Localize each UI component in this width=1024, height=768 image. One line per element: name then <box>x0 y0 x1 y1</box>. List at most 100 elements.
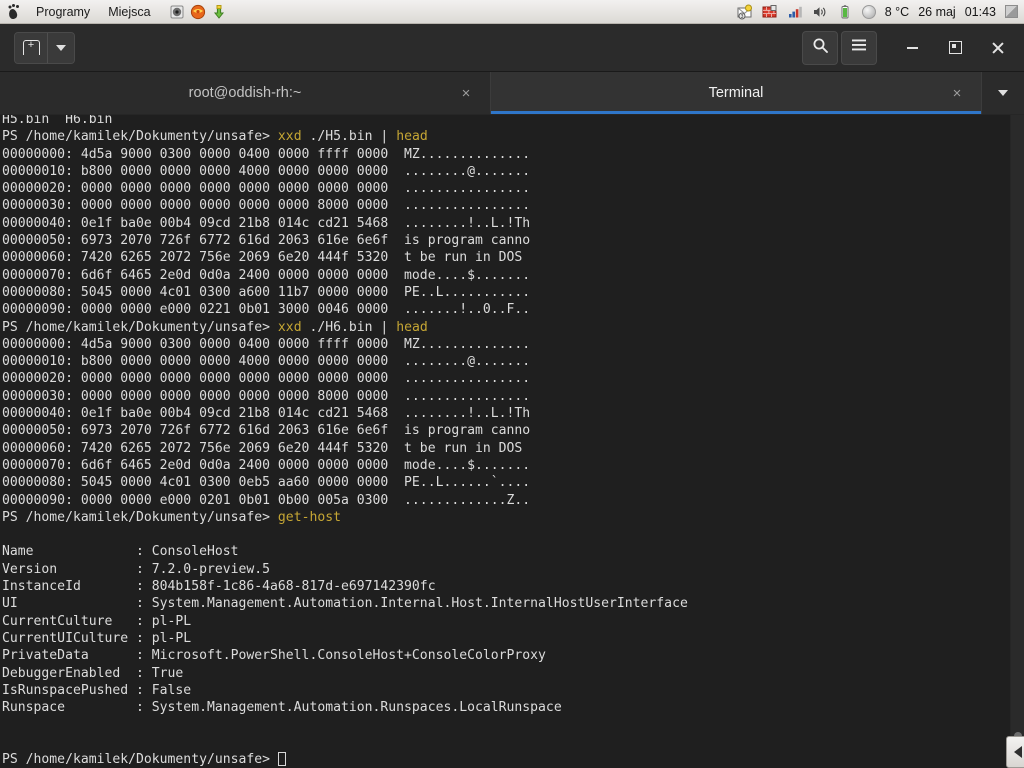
terminal-text: 00000000: 4d5a 9000 0300 0000 0400 0000 … <box>2 147 530 162</box>
terminal-text: Version : 7.2.0-preview.5 <box>2 562 270 577</box>
gnome-foot-icon[interactable] <box>6 4 22 20</box>
terminal-line: 00000000: 4d5a 9000 0300 0000 0400 0000 … <box>2 146 688 163</box>
mail-icon[interactable]: 3 <box>737 4 753 20</box>
tab-terminal[interactable]: Terminal × <box>491 72 982 114</box>
search-icon <box>812 37 829 59</box>
volume-icon[interactable] <box>812 4 828 20</box>
new-tab-icon <box>23 40 40 55</box>
terminal-line: 00000040: 0e1f ba0e 00b4 09cd 21b8 014c … <box>2 215 688 232</box>
terminal-text: PS /home/kamilek/Dokumenty/unsafe> <box>2 129 278 144</box>
terminal-line: PS /home/kamilek/Dokumenty/unsafe> <box>2 751 688 768</box>
terminal-text: head <box>388 320 427 335</box>
terminal-text: 00000080: 5045 0000 4c01 0300 0eb5 aa60 … <box>2 475 530 490</box>
terminal-window: root@oddish-rh:~ × Terminal × H5.bin H6.… <box>0 24 1024 768</box>
scroll-left-arrow-icon <box>1014 746 1022 758</box>
terminal-text: H5.bin H6.bin <box>2 115 112 127</box>
chevron-down-icon <box>998 90 1008 96</box>
terminal-line: 00000060: 7420 6265 2072 756e 2069 6e20 … <box>2 249 688 266</box>
new-tab-options-button[interactable] <box>48 33 74 63</box>
terminal-line: 00000080: 5045 0000 4c01 0300 0eb5 aa60 … <box>2 474 688 491</box>
terminal-line: 00000090: 0000 0000 e000 0221 0b01 3000 … <box>2 301 688 318</box>
disc-drive-icon[interactable] <box>169 4 185 20</box>
terminal-text: 00000040: 0e1f ba0e 00b4 09cd 21b8 014c … <box>2 216 530 231</box>
terminal-text: 00000020: 0000 0000 0000 0000 0000 0000 … <box>2 181 530 196</box>
terminal-line: PS /home/kamilek/Dokumenty/unsafe> xxd .… <box>2 319 688 336</box>
terminal-text: PrivateData : Microsoft.PowerShell.Conso… <box>2 648 546 663</box>
new-tab-group <box>14 32 75 64</box>
terminal-line: 00000070: 6d6f 6465 2e0d 0d0a 2400 0000 … <box>2 457 688 474</box>
tab-close-icon[interactable]: × <box>458 85 474 101</box>
terminal-line: 00000090: 0000 0000 e000 0201 0b01 0b00 … <box>2 492 688 509</box>
terminal-text: PS /home/kamilek/Dokumenty/unsafe> <box>2 510 278 525</box>
network-signal-icon[interactable] <box>787 4 803 20</box>
terminal-line: 00000050: 6973 2070 726f 6772 616d 2063 … <box>2 422 688 439</box>
terminal-text: IsRunspacePushed : False <box>2 683 191 698</box>
minimize-button[interactable] <box>892 31 932 65</box>
clock-time[interactable]: 01:43 <box>965 5 996 19</box>
menu-miejsca[interactable]: Miejsca <box>104 4 154 20</box>
terminal-cursor <box>278 752 286 766</box>
terminal-line: CurrentUICulture : pl-PL <box>2 630 688 647</box>
scroll-left-button[interactable] <box>1006 736 1024 768</box>
tab-root-oddish[interactable]: root@oddish-rh:~ × <box>0 72 491 114</box>
terminal-line: DebuggerEnabled : True <box>2 665 688 682</box>
terminal-text: 00000070: 6d6f 6465 2e0d 0d0a 2400 0000 … <box>2 268 530 283</box>
terminal-text: 00000090: 0000 0000 e000 0221 0b01 3000 … <box>2 302 530 317</box>
terminal-text: PS /home/kamilek/Dokumenty/unsafe> <box>2 320 278 335</box>
terminal-text: 00000080: 5045 0000 4c01 0300 a600 11b7 … <box>2 285 530 300</box>
hamburger-menu-icon <box>851 38 867 57</box>
tab-close-icon[interactable]: × <box>949 85 965 101</box>
clock-date[interactable]: 26 maj <box>918 5 956 19</box>
terminal-text: 00000070: 6d6f 6465 2e0d 0d0a 2400 0000 … <box>2 458 530 473</box>
firewall-icon[interactable] <box>762 4 778 20</box>
new-tab-button[interactable] <box>15 33 48 63</box>
terminal-text: 00000030: 0000 0000 0000 0000 0000 0000 … <box>2 198 530 213</box>
panel-left-group: Programy Miejsca <box>0 4 227 20</box>
terminal-output[interactable]: H5.bin H6.binPS /home/kamilek/Dokumenty/… <box>0 115 688 768</box>
terminal-line: 00000010: b800 0000 0000 0000 4000 0000 … <box>2 163 688 180</box>
panel-status-area: 3 <box>737 4 1024 20</box>
tab-label: Terminal <box>709 85 764 101</box>
desktop-top-panel: Programy Miejsca <box>0 0 1024 24</box>
window-titlebar <box>0 24 1024 72</box>
terminal-line: 00000060: 7420 6265 2072 756e 2069 6e20 … <box>2 440 688 457</box>
terminal-line: InstanceId : 804b158f-1c86-4a68-817d-e69… <box>2 578 688 595</box>
terminal-text: 00000030: 0000 0000 0000 0000 0000 0000 … <box>2 389 530 404</box>
terminal-line: CurrentCulture : pl-PL <box>2 613 688 630</box>
terminal-line: 00000020: 0000 0000 0000 0000 0000 0000 … <box>2 370 688 387</box>
terminal-scrollbar[interactable] <box>1010 115 1024 768</box>
terminal-viewport[interactable]: H5.bin H6.binPS /home/kamilek/Dokumenty/… <box>0 115 1024 768</box>
weather-icon <box>862 5 876 19</box>
main-menu-button[interactable] <box>841 31 877 65</box>
terminal-line: IsRunspacePushed : False <box>2 682 688 699</box>
terminal-line <box>2 716 688 733</box>
menu-programy[interactable]: Programy <box>32 4 94 20</box>
terminal-text: InstanceId : 804b158f-1c86-4a68-817d-e69… <box>2 579 436 594</box>
terminal-text: 00000000: 4d5a 9000 0300 0000 0400 0000 … <box>2 337 530 352</box>
terminal-text: DebuggerEnabled : True <box>2 666 183 681</box>
terminal-text: 00000060: 7420 6265 2072 756e 2069 6e20 … <box>2 441 530 456</box>
titlebar-controls <box>802 31 1018 65</box>
terminal-line: Version : 7.2.0-preview.5 <box>2 561 688 578</box>
weather-temperature[interactable]: 8 °C <box>885 5 909 19</box>
workspace-switcher-icon[interactable] <box>1005 5 1018 18</box>
terminal-text: CurrentCulture : pl-PL <box>2 614 191 629</box>
terminal-text: UI : System.Management.Automation.Intern… <box>2 596 688 611</box>
terminal-line: PS /home/kamilek/Dokumenty/unsafe> get-h… <box>2 509 688 526</box>
search-button[interactable] <box>802 31 838 65</box>
maximize-button[interactable] <box>935 31 975 65</box>
tab-list-button[interactable] <box>982 72 1024 114</box>
terminal-text: xxd <box>278 129 302 144</box>
updates-icon[interactable] <box>211 4 227 20</box>
close-button[interactable] <box>978 31 1018 65</box>
terminal-line: 00000040: 0e1f ba0e 00b4 09cd 21b8 014c … <box>2 405 688 422</box>
terminal-line: PS /home/kamilek/Dokumenty/unsafe> xxd .… <box>2 128 688 145</box>
terminal-text: CurrentUICulture : pl-PL <box>2 631 191 646</box>
terminal-text: 00000050: 6973 2070 726f 6772 616d 2063 … <box>2 423 530 438</box>
terminal-text: PS /home/kamilek/Dokumenty/unsafe> <box>2 752 278 767</box>
terminal-text: 00000010: b800 0000 0000 0000 4000 0000 … <box>2 354 530 369</box>
terminal-text: ./H6.bin <box>302 320 381 335</box>
battery-icon[interactable] <box>837 4 853 20</box>
terminal-text: Runspace : System.Management.Automation.… <box>2 700 562 715</box>
firefox-globe-icon[interactable] <box>190 4 206 20</box>
